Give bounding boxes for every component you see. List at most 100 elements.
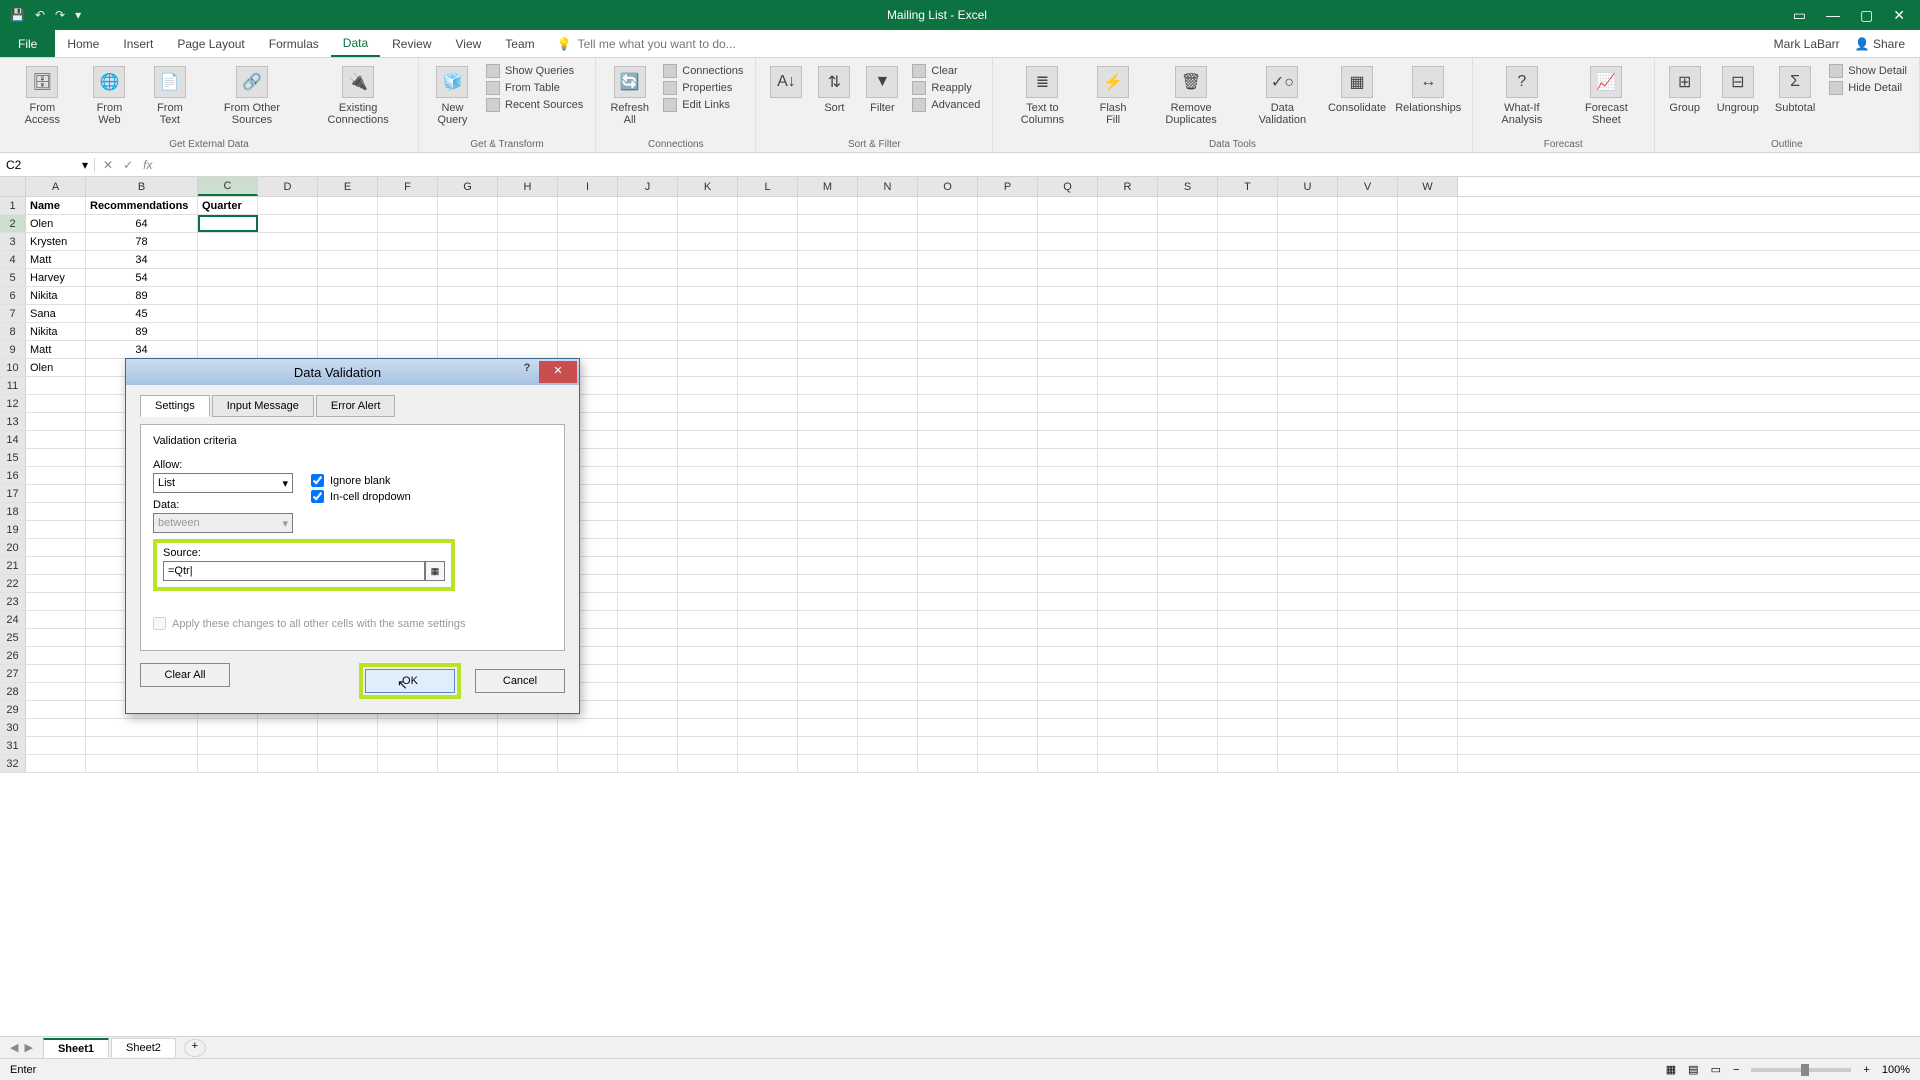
cell[interactable] <box>978 611 1038 628</box>
row-header[interactable]: 12 <box>0 395 26 412</box>
cell[interactable] <box>26 413 86 430</box>
cell[interactable] <box>618 197 678 214</box>
cell[interactable] <box>1278 251 1338 268</box>
cell[interactable] <box>26 467 86 484</box>
tab-team[interactable]: Team <box>493 30 546 57</box>
cell[interactable] <box>618 503 678 520</box>
cell[interactable] <box>618 629 678 646</box>
cell[interactable] <box>918 539 978 556</box>
cell[interactable] <box>1158 395 1218 412</box>
cell[interactable] <box>738 701 798 718</box>
cell[interactable] <box>1398 287 1458 304</box>
dialog-help-button[interactable]: ? <box>517 362 537 382</box>
cell[interactable]: 34 <box>86 341 198 358</box>
cell[interactable] <box>198 251 258 268</box>
row-header[interactable]: 9 <box>0 341 26 358</box>
cell[interactable] <box>258 251 318 268</box>
cell[interactable] <box>918 233 978 250</box>
cell[interactable] <box>1338 575 1398 592</box>
cell[interactable] <box>858 413 918 430</box>
cell[interactable] <box>978 215 1038 232</box>
ok-button[interactable]: OK <box>365 669 455 693</box>
row-header[interactable]: 29 <box>0 701 26 718</box>
column-header[interactable]: L <box>738 177 798 196</box>
cell[interactable] <box>1098 305 1158 322</box>
cell[interactable] <box>1038 323 1098 340</box>
cell[interactable] <box>1278 683 1338 700</box>
cell[interactable] <box>678 665 738 682</box>
cell[interactable] <box>918 701 978 718</box>
cell[interactable] <box>1098 647 1158 664</box>
cell[interactable] <box>798 503 858 520</box>
group-button[interactable]: ⊞Group <box>1663 62 1707 118</box>
cell[interactable] <box>858 233 918 250</box>
cell[interactable] <box>258 197 318 214</box>
cell[interactable] <box>258 287 318 304</box>
cell[interactable] <box>26 539 86 556</box>
cell[interactable] <box>738 341 798 358</box>
cell[interactable] <box>918 215 978 232</box>
cell[interactable] <box>798 629 858 646</box>
cell[interactable] <box>618 665 678 682</box>
cell[interactable] <box>198 305 258 322</box>
cell[interactable] <box>978 269 1038 286</box>
cell[interactable] <box>1098 467 1158 484</box>
cell[interactable] <box>378 251 438 268</box>
cell[interactable] <box>1398 503 1458 520</box>
zoom-level[interactable]: 100% <box>1882 1064 1910 1076</box>
cell[interactable] <box>618 593 678 610</box>
cell[interactable] <box>918 611 978 628</box>
cell[interactable] <box>1338 269 1398 286</box>
cell[interactable] <box>1218 251 1278 268</box>
cell[interactable] <box>678 359 738 376</box>
cell[interactable] <box>618 539 678 556</box>
cell[interactable] <box>1398 701 1458 718</box>
edit-links-button[interactable]: Edit Links <box>663 98 743 112</box>
cell[interactable] <box>1278 215 1338 232</box>
cell[interactable] <box>1158 413 1218 430</box>
cell[interactable] <box>1398 215 1458 232</box>
cell[interactable] <box>798 215 858 232</box>
cell[interactable] <box>198 737 258 754</box>
cell[interactable] <box>1218 449 1278 466</box>
cell[interactable] <box>918 485 978 502</box>
column-header[interactable]: R <box>1098 177 1158 196</box>
cell[interactable] <box>858 611 918 628</box>
cell[interactable] <box>1398 593 1458 610</box>
cell[interactable] <box>378 305 438 322</box>
cell[interactable] <box>798 395 858 412</box>
cell[interactable] <box>978 521 1038 538</box>
row-header[interactable]: 2 <box>0 215 26 232</box>
cell[interactable] <box>1218 539 1278 556</box>
cell[interactable] <box>318 737 378 754</box>
cell[interactable] <box>1278 629 1338 646</box>
cell[interactable] <box>1038 593 1098 610</box>
cell[interactable] <box>978 701 1038 718</box>
cell[interactable] <box>1338 737 1398 754</box>
cell[interactable] <box>1098 611 1158 628</box>
minimize-icon[interactable]: — <box>1826 7 1840 24</box>
cell[interactable] <box>678 215 738 232</box>
cell[interactable] <box>26 557 86 574</box>
cell[interactable] <box>26 701 86 718</box>
cell[interactable]: Quarter <box>198 197 258 214</box>
cell[interactable] <box>378 197 438 214</box>
cell[interactable] <box>918 719 978 736</box>
cell[interactable] <box>1278 323 1338 340</box>
cell[interactable] <box>678 521 738 538</box>
cell[interactable] <box>1158 449 1218 466</box>
cell[interactable] <box>918 629 978 646</box>
cell[interactable] <box>1398 539 1458 556</box>
cell[interactable] <box>1098 287 1158 304</box>
cell[interactable] <box>918 575 978 592</box>
cell[interactable] <box>1158 485 1218 502</box>
cell[interactable] <box>738 737 798 754</box>
cell[interactable] <box>258 755 318 772</box>
cell[interactable]: 64 <box>86 215 198 232</box>
cell[interactable] <box>258 305 318 322</box>
dialog-close-button[interactable]: ✕ <box>539 361 577 383</box>
cell[interactable] <box>1278 647 1338 664</box>
cell[interactable] <box>1158 557 1218 574</box>
cell[interactable] <box>1218 287 1278 304</box>
cell[interactable] <box>258 341 318 358</box>
